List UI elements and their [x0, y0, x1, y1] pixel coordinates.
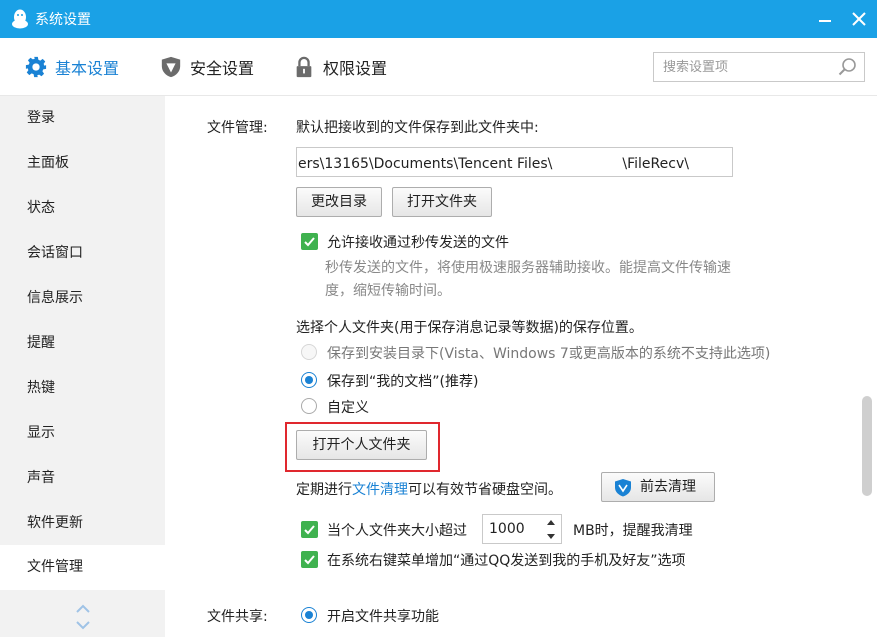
chevron-up-icon[interactable]: [74, 602, 92, 616]
size-limit-checkbox[interactable]: [301, 521, 318, 538]
lock-icon: [296, 56, 312, 78]
radio-custom-label: 自定义: [327, 400, 369, 416]
spin-up-icon[interactable]: [543, 516, 559, 529]
radio-custom[interactable]: [301, 398, 317, 414]
tab-bar: 基本设置 安全设置 权限设置: [0, 38, 877, 96]
spin-down-icon[interactable]: [543, 530, 559, 543]
tab-permission-settings[interactable]: 权限设置: [293, 38, 387, 96]
sidebar-item-display[interactable]: 显示: [0, 411, 165, 456]
go-cleanup-button[interactable]: 前去清理: [601, 472, 715, 502]
checkmark-icon: [304, 555, 315, 565]
window-title: 系统设置: [35, 12, 91, 28]
tab-security-settings[interactable]: 安全设置: [160, 38, 254, 96]
minimize-icon[interactable]: [812, 6, 838, 32]
sidebar-item-chat-window[interactable]: 会话窗口: [0, 231, 165, 276]
change-directory-button[interactable]: 更改目录: [296, 187, 382, 217]
close-icon[interactable]: [846, 6, 872, 32]
gear-icon: [25, 56, 47, 78]
title-bar: 系统设置: [0, 0, 877, 38]
sidebar-item-status[interactable]: 状态: [0, 186, 165, 231]
allow-fast-transfer-label: 允许接收通过秒传发送的文件: [327, 235, 509, 251]
tab-label: 权限设置: [323, 59, 388, 78]
context-menu-label: 在系统右键菜单增加“通过QQ发送到我的手机及好友”选项: [327, 553, 686, 569]
checkmark-icon: [304, 525, 315, 535]
open-personal-folder-button[interactable]: 打开个人文件夹: [296, 430, 427, 460]
radio-my-documents-label: 保存到“我的文档”(推荐): [327, 374, 479, 390]
size-limit-prefix: 当个人文件夹大小超过: [327, 523, 467, 539]
search-input[interactable]: [654, 53, 834, 81]
shield-icon: [615, 479, 631, 497]
allow-fast-transfer-checkbox[interactable]: [301, 233, 318, 250]
sidebar-item-login[interactable]: 登录: [0, 96, 165, 141]
content-scrollbar[interactable]: [862, 396, 872, 496]
cleanup-prefix: 定期进行: [296, 482, 352, 498]
section-label-file-management: 文件管理:: [207, 120, 268, 136]
sidebar-item-info-display[interactable]: 信息展示: [0, 276, 165, 321]
go-cleanup-label: 前去清理: [640, 479, 696, 495]
radio-install-dir: [301, 344, 317, 360]
section-label-file-sharing: 文件共享:: [207, 609, 268, 625]
fast-transfer-description-line1: 秒传发送的文件，将使用极速服务器辅助接收。能提高文件传输速: [325, 260, 731, 276]
save-path-value: ers\13165\Documents\Tencent Files\ \File…: [298, 156, 689, 172]
fast-transfer-description-line2: 度，缩短传输时间。: [325, 283, 451, 299]
sidebar-item-hotkeys[interactable]: 热键: [0, 366, 165, 411]
tab-basic-settings[interactable]: 基本设置: [25, 38, 119, 96]
size-limit-input[interactable]: [483, 515, 541, 543]
chevron-down-icon[interactable]: [74, 618, 92, 632]
checkmark-icon: [304, 237, 315, 247]
size-limit-suffix: MB时，提醒我清理: [573, 523, 693, 539]
sidebar-item-sound[interactable]: 声音: [0, 456, 165, 501]
tab-label: 安全设置: [190, 59, 255, 78]
personal-folder-prompt: 选择个人文件夹(用于保存消息记录等数据)的保存位置。: [296, 320, 643, 336]
qq-penguin-icon: [12, 9, 28, 29]
save-path-field[interactable]: ers\13165\Documents\Tencent Files\ \File…: [296, 147, 733, 177]
sidebar-item-file-management[interactable]: 文件管理: [0, 545, 165, 590]
open-folder-button[interactable]: 打开文件夹: [392, 187, 492, 217]
cleanup-hint: 定期进行文件清理可以有效节省硬盘空间。: [296, 479, 562, 499]
enable-file-sharing-radio[interactable]: [301, 607, 317, 623]
tab-label: 基本设置: [55, 59, 120, 78]
sidebar-item-main-panel[interactable]: 主面板: [0, 141, 165, 186]
settings-content: 文件管理: 默认把接收到的文件保存到此文件夹中: ers\13165\Docum…: [165, 96, 877, 637]
shield-icon: [161, 56, 181, 78]
search-icon[interactable]: [838, 57, 858, 77]
save-location-description: 默认把接收到的文件保存到此文件夹中:: [296, 120, 539, 136]
sidebar-item-software-update[interactable]: 软件更新: [0, 501, 165, 546]
size-limit-stepper: [482, 514, 562, 544]
sidebar: 登录 主面板 状态 会话窗口 信息展示 提醒 热键 显示 声音 软件更新 文件管…: [0, 96, 165, 637]
cleanup-suffix: 可以有效节省硬盘空间。: [408, 482, 562, 498]
radio-install-dir-label: 保存到安装目录下(Vista、Windows 7或更高版本的系统不支持此选项): [327, 346, 771, 362]
context-menu-checkbox[interactable]: [301, 551, 318, 568]
enable-file-sharing-label: 开启文件共享功能: [327, 609, 439, 625]
search-box: [653, 52, 865, 82]
radio-my-documents[interactable]: [301, 372, 317, 388]
file-cleanup-link[interactable]: 文件清理: [352, 482, 408, 498]
sidebar-item-reminder[interactable]: 提醒: [0, 321, 165, 366]
